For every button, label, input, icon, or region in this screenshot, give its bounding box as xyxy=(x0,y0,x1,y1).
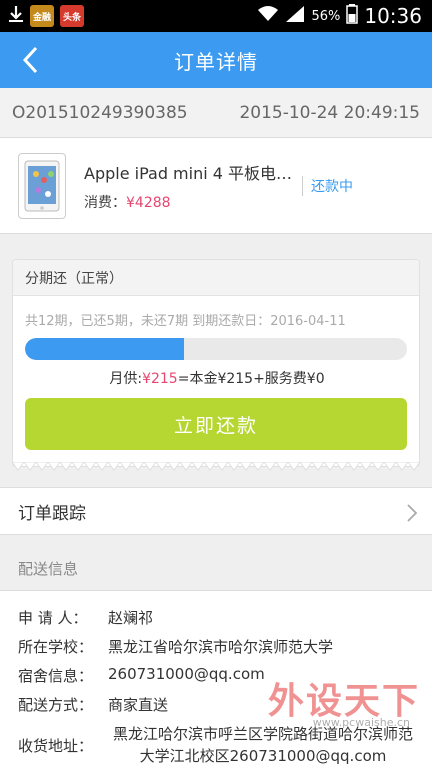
shipping-method-row: 配送方式： 商家直送 xyxy=(18,694,168,715)
wifi-icon xyxy=(257,5,279,27)
order-datetime: 2015-10-24 20:49:15 xyxy=(239,102,420,123)
dorm-value: 260731000@qq.com xyxy=(108,665,265,683)
clock: 10:36 xyxy=(364,4,422,28)
school-value: 黑龙江省哈尔滨市哈尔滨师范大学 xyxy=(108,638,334,656)
battery-icon xyxy=(346,4,359,28)
installment-title: 分期还（正常） xyxy=(13,260,419,296)
monthly-label: 月供: xyxy=(109,371,143,387)
finance-app-icon: 金融 xyxy=(30,5,54,27)
page-title: 订单详情 xyxy=(174,49,258,74)
dorm-label: 宿舍信息： xyxy=(18,667,94,685)
address-row: 收货地址： 黑龙江哈尔滨市呼兰区学院路街道哈尔滨师范大学江北校区26073100… xyxy=(18,723,418,767)
status-bar-right: 56% 10:36 xyxy=(257,4,432,28)
applicant-label: 申 请 人： xyxy=(18,609,88,627)
product-price: 消费：¥4288 xyxy=(84,192,294,212)
nav-bar: 订单详情 xyxy=(0,32,432,88)
product-card[interactable]: Apple iPad mini 4 平板电… 消费：¥4288 还款中 xyxy=(0,138,432,234)
address-label: 收货地址： xyxy=(18,736,94,755)
download-icon xyxy=(8,5,24,27)
status-bar: 金融 头条 56% 10:36 xyxy=(0,0,432,32)
repayment-progress-bar xyxy=(25,338,407,360)
price-value: ¥4288 xyxy=(126,194,171,211)
monthly-payment: 月供:¥215=本金¥215+服务费¥0 xyxy=(13,368,421,388)
signal-icon xyxy=(285,5,305,27)
card-zigzag-edge xyxy=(12,462,420,471)
delivery-section-title: 配送信息 xyxy=(18,560,79,578)
monthly-value: ¥215 xyxy=(142,371,178,387)
back-button[interactable] xyxy=(10,40,50,80)
dorm-row: 宿舍信息： 260731000@qq.com xyxy=(18,665,265,686)
installment-card: 分期还（正常） 共12期，已还5期，未还7期 到期还款日：2016-04-11 … xyxy=(12,259,420,467)
shipping-method-label: 配送方式： xyxy=(18,696,94,714)
order-info-row: O201510249390385 2015-10-24 20:49:15 xyxy=(0,88,432,138)
school-label: 所在学校： xyxy=(18,638,94,656)
status-bar-left: 金融 头条 xyxy=(0,5,84,27)
repay-now-button[interactable]: 立即还款 xyxy=(25,398,407,450)
product-image xyxy=(18,152,66,219)
product-info: Apple iPad mini 4 平板电… 消费：¥4288 xyxy=(84,160,294,212)
product-name: Apple iPad mini 4 平板电… xyxy=(84,163,293,183)
order-tracking-label: 订单跟踪 xyxy=(18,503,86,524)
address-value: 黑龙江哈尔滨市呼兰区学院路街道哈尔滨师范大学江北校区260731000@qq.c… xyxy=(112,725,413,765)
chevron-right-icon xyxy=(407,504,418,522)
applicant-row: 申 请 人： 赵斓祁 xyxy=(18,607,153,628)
chevron-left-icon xyxy=(22,46,38,74)
monthly-breakdown: =本金¥215+服务费¥0 xyxy=(177,371,325,387)
news-app-icon: 头条 xyxy=(60,5,84,27)
status-badge: 还款中 xyxy=(302,175,353,196)
shipping-method-value: 商家直送 xyxy=(108,696,169,714)
applicant-value: 赵斓祁 xyxy=(108,609,154,627)
order-id: O201510249390385 xyxy=(12,102,188,123)
order-tracking-row[interactable]: 订单跟踪 xyxy=(0,487,432,535)
repayment-progress-fill xyxy=(25,338,185,360)
watermark-url: www.pcwaishe.cn xyxy=(312,716,410,729)
installment-summary: 共12期，已还5期，未还7期 到期还款日：2016-04-11 xyxy=(25,314,346,329)
price-label: 消费： xyxy=(84,194,126,211)
battery-percent: 56% xyxy=(311,8,341,24)
school-row: 所在学校： 黑龙江省哈尔滨市哈尔滨师范大学 xyxy=(18,636,333,657)
